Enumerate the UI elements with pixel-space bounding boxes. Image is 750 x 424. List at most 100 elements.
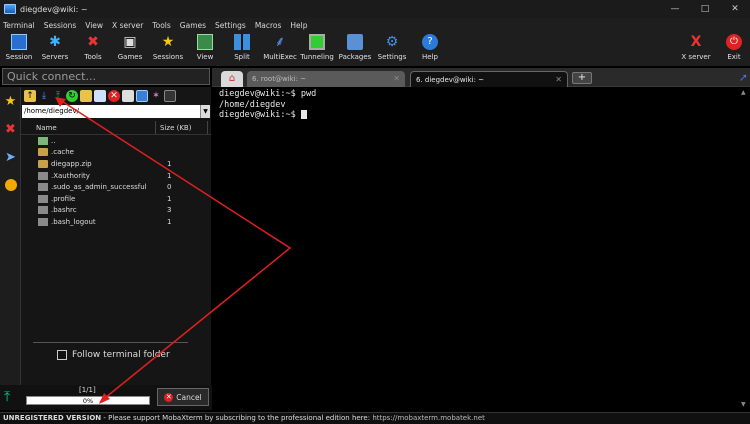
terminal-icon[interactable] — [164, 90, 176, 102]
scroll-up-icon[interactable]: ▲ — [741, 89, 746, 96]
star-icon: ★ — [4, 93, 17, 109]
file-row[interactable]: .. — [21, 135, 211, 147]
terminal-scrollbar[interactable]: ▲ ▼ — [738, 87, 750, 410]
status-bar: UNREGISTERED VERSION - Please support Mo… — [0, 412, 750, 424]
tools-button[interactable]: ✖ Tools — [73, 34, 113, 66]
xserver-button[interactable]: X X server — [676, 34, 716, 66]
power-icon: ⏻ — [726, 34, 742, 50]
session-tabs: ⌂ 6. root@wiki: ~ ✕ 6. diegdev@wiki: ~ ✕… — [212, 68, 750, 87]
exit-button[interactable]: ⏻ Exit — [714, 34, 750, 66]
file-row[interactable]: .bashrc 3 — [21, 205, 211, 217]
column-name[interactable]: Name — [21, 121, 156, 134]
menu-games[interactable]: Games — [180, 21, 206, 30]
file-icon — [38, 194, 48, 203]
terminal-line: /home/diegdev — [219, 99, 286, 110]
new-tab-button[interactable]: + — [572, 72, 592, 84]
scroll-down-icon[interactable]: ▼ — [741, 401, 746, 408]
close-tab-icon[interactable]: ✕ — [393, 74, 400, 83]
home-tab[interactable]: ⌂ — [221, 71, 243, 87]
servers-button[interactable]: ✱ Servers — [35, 34, 75, 66]
cancel-button[interactable]: ✕ Cancel — [157, 388, 209, 406]
file-size: 1 — [167, 194, 172, 203]
view-button[interactable]: View — [185, 34, 225, 66]
file-row[interactable]: .sudo_as_admin_successful 0 — [21, 181, 211, 193]
xserver-label: X server — [681, 53, 711, 61]
close-window-button[interactable]: ✕ — [720, 0, 750, 18]
file-row[interactable]: .bash_logout 1 — [21, 216, 211, 228]
file-row[interactable]: .Xauthority 1 — [21, 170, 211, 182]
sidebar-tab-sessions[interactable]: ★ — [0, 87, 21, 115]
parent-folder-icon[interactable]: ↑ — [24, 90, 36, 102]
file-row[interactable]: .profile 1 — [21, 193, 211, 205]
tab-root-wiki[interactable]: 6. root@wiki: ~ ✕ — [247, 71, 405, 87]
multiexec-button[interactable]: ⸙ MultiExec — [260, 34, 300, 66]
folder-icon — [38, 159, 48, 168]
settings-button[interactable]: ⚙ Settings — [372, 34, 412, 66]
sidebar-tab-macros[interactable] — [0, 171, 21, 199]
upload-icon: ⤒ — [4, 389, 11, 405]
sftp-browser: ↑ ⤓ ⤒ ↻ ✕ ✶ /home/diegdev/ ▼ Name Size (… — [21, 87, 211, 410]
main-toolbar: Session ✱ Servers ✖ Tools ▣ Games ★ Sess… — [0, 32, 750, 66]
maximize-button[interactable]: □ — [690, 0, 720, 18]
transfer-count: [1/1] — [79, 386, 96, 394]
follow-terminal-folder[interactable]: Follow terminal folder — [57, 350, 170, 360]
delete-icon[interactable]: ✕ — [108, 90, 120, 102]
new-folder-icon[interactable] — [80, 90, 92, 102]
path-field[interactable]: /home/diegdev/ ▼ — [22, 105, 210, 118]
sftp-toolbar: ↑ ⤓ ⤒ ↻ ✕ ✶ — [21, 87, 211, 105]
column-size[interactable]: Size (KB) — [156, 121, 208, 134]
file-row[interactable]: .cache — [21, 147, 211, 159]
exit-label: Exit — [727, 53, 741, 61]
tools-label: Tools — [84, 53, 102, 61]
help-icon: ? — [422, 34, 438, 50]
progress-percent: 0% — [82, 397, 94, 405]
help-button[interactable]: ? Help — [410, 34, 450, 66]
minimize-button[interactable]: — — [660, 0, 690, 18]
packages-button[interactable]: Packages — [335, 34, 375, 66]
quick-connect-input[interactable]: Quick connect... — [2, 68, 210, 85]
session-button[interactable]: Session — [0, 34, 39, 66]
file-list-header: Name Size (KB) — [21, 121, 211, 135]
download-icon[interactable]: ⤓ — [38, 90, 50, 102]
registration-status: UNREGISTERED VERSION — [3, 414, 102, 422]
tunneling-button[interactable]: Tunneling — [297, 34, 337, 66]
sessions-button[interactable]: ★ Sessions — [148, 34, 188, 66]
menu-macros[interactable]: Macros — [255, 21, 282, 30]
menu-xserver[interactable]: X server — [112, 21, 143, 30]
file-size: 3 — [167, 206, 172, 215]
menu-terminal[interactable]: Terminal — [3, 21, 35, 30]
tab-label: 6. diegdev@wiki: ~ — [416, 75, 485, 84]
split-button[interactable]: Split — [222, 34, 262, 66]
follow-checkbox[interactable] — [57, 350, 67, 360]
cancel-label: Cancel — [176, 392, 202, 402]
upload-icon[interactable]: ⤒ — [52, 90, 64, 102]
sidebar-tab-tools[interactable]: ✖ — [0, 115, 21, 143]
subscription-link[interactable]: https://mobaxterm.mobatek.net — [372, 414, 485, 422]
pin-icon[interactable]: ➚ — [739, 71, 748, 84]
menu-sessions[interactable]: Sessions — [44, 21, 77, 30]
xserver-icon: X — [690, 34, 702, 50]
terminal[interactable]: diegdev@wiki:~$ pwd /home/diegdev diegde… — [212, 87, 738, 410]
tab-diegdev-wiki[interactable]: 6. diegdev@wiki: ~ ✕ — [410, 71, 568, 87]
help-label: Help — [422, 53, 438, 61]
path-dropdown-icon[interactable]: ▼ — [200, 105, 210, 118]
split-icon — [234, 34, 250, 50]
cancel-icon: ✕ — [164, 392, 174, 402]
multiexec-label: MultiExec — [263, 53, 297, 61]
permissions-icon[interactable]: ✶ — [150, 90, 162, 102]
menu-tools[interactable]: Tools — [152, 21, 170, 30]
new-file-icon[interactable] — [94, 90, 106, 102]
close-tab-icon[interactable]: ✕ — [555, 75, 562, 84]
menu-settings[interactable]: Settings — [215, 21, 246, 30]
refresh-icon[interactable]: ↻ — [66, 90, 78, 102]
title-bar: diegdev@wiki: ~ — □ ✕ — [0, 0, 750, 18]
games-button[interactable]: ▣ Games — [110, 34, 150, 66]
menu-help[interactable]: Help — [290, 21, 307, 30]
properties-icon[interactable] — [122, 90, 134, 102]
menu-view[interactable]: View — [85, 21, 103, 30]
sidebar-tab-sftp[interactable]: ➤ — [0, 143, 21, 171]
show-hidden-icon[interactable] — [136, 90, 148, 102]
file-row[interactable]: diegapp.zip 1 — [21, 158, 211, 170]
file-name: .bashrc — [51, 206, 77, 215]
folder-icon — [38, 148, 48, 157]
